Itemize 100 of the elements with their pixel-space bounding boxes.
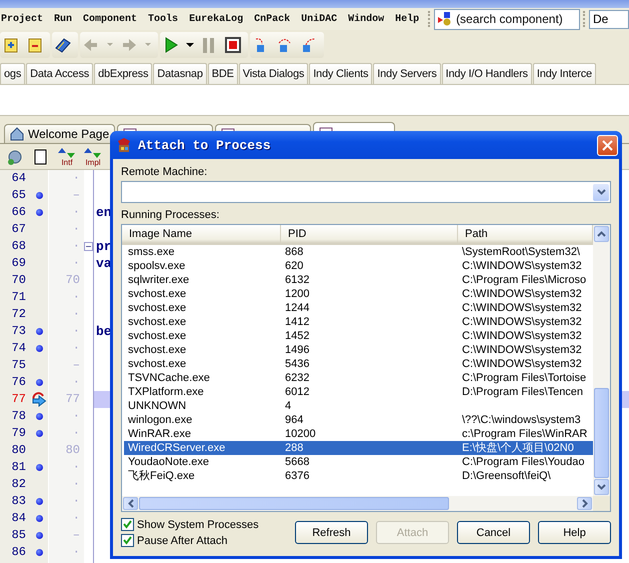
palette-tab[interactable]: Vista Dialogs xyxy=(238,63,308,84)
process-row[interactable]: svchost.exe 5436 C:\WINDOWS\system32 xyxy=(124,357,593,371)
menu-item[interactable]: Run xyxy=(54,14,72,24)
remove-file-icon[interactable] xyxy=(26,36,44,54)
line-mark: 80 xyxy=(66,442,81,459)
menu-item[interactable]: UniDAC xyxy=(301,14,338,24)
column-header[interactable]: PID xyxy=(281,225,458,243)
process-row[interactable]: UNKNOWN 4 xyxy=(124,399,593,413)
line-mark: · xyxy=(72,255,81,272)
process-row[interactable]: WiredCRServer.exe 288 E:\快盘\个人项目\02N0 xyxy=(124,441,593,455)
scroll-up-icon[interactable] xyxy=(597,231,606,237)
breakpoint-dot-icon[interactable] xyxy=(36,413,42,420)
line-number: 80 xyxy=(10,442,27,459)
process-row[interactable]: sqlwriter.exe 6132 C:\Program Files\Microso xyxy=(124,273,593,287)
execution-point-icon xyxy=(31,392,47,407)
column-header[interactable]: Image Name xyxy=(122,225,281,243)
search-field[interactable]: (search component) xyxy=(434,8,580,30)
editor-tab[interactable]: Welcome Page xyxy=(4,124,116,143)
up-down-arrows-icon[interactable] xyxy=(84,146,102,158)
process-row[interactable]: YoudaoNote.exe 5668 C:\Program Files\Youdao xyxy=(124,455,593,469)
up-down-arrows-icon[interactable] xyxy=(58,146,76,158)
breakpoint-dot-icon[interactable] xyxy=(36,515,42,522)
breakpoint-dot-icon[interactable] xyxy=(36,464,42,471)
palette-tab[interactable]: Indy Clients xyxy=(309,63,372,84)
process-row[interactable]: svchost.exe 1452 C:\WINDOWS\system32 xyxy=(124,329,593,343)
line-mark: – xyxy=(72,357,81,374)
table-cell-text: spoolsv.exe xyxy=(127,259,186,273)
dialog-button[interactable]: Cancel xyxy=(457,521,530,544)
menu-item[interactable]: Component xyxy=(83,14,138,24)
menu-item[interactable]: Tools xyxy=(148,14,178,24)
horizontal-scrollbar[interactable] xyxy=(122,496,593,511)
add-file-icon[interactable] xyxy=(2,36,20,54)
menu-item[interactable]: CnPack xyxy=(254,14,290,24)
table-cell-text: C:\Program Files\Microso xyxy=(461,273,588,287)
breakpoint-dot-icon[interactable] xyxy=(36,532,42,539)
table-cell-text: 868 xyxy=(284,245,304,259)
fold-box-icon[interactable] xyxy=(84,242,93,251)
breakpoint-dot-icon[interactable] xyxy=(36,328,42,335)
process-row[interactable]: winlogon.exe 964 \??\C:\windows\system3 xyxy=(124,413,593,427)
process-row[interactable]: 飞秋FeiQ.exe 6376 D:\Greensoft\feiQ\ xyxy=(124,469,593,483)
process-row[interactable]: svchost.exe 1244 C:\WINDOWS\system32 xyxy=(124,301,593,315)
table-cell-text: 6132 xyxy=(284,273,310,287)
table-cell-text: D:\Program Files\Tencen xyxy=(461,385,584,399)
line-number: 69 xyxy=(10,255,27,272)
running-processes-label: Running Processes: xyxy=(121,209,220,221)
breakpoint-dot-icon[interactable] xyxy=(36,549,42,556)
table-cell-text: 1452 xyxy=(284,329,310,343)
table-cell-text: 1200 xyxy=(284,287,310,301)
option-checkbox[interactable]: Pause After Attach xyxy=(121,534,295,547)
process-row[interactable]: smss.exe 868 \SystemRoot\System32\ xyxy=(124,245,593,259)
breakpoint-dot-icon[interactable] xyxy=(36,498,42,505)
table-cell-text: 飞秋FeiQ.exe xyxy=(127,469,196,483)
line-mark: · xyxy=(72,306,81,323)
line-number: 71 xyxy=(10,289,27,306)
table-cell-text: 1244 xyxy=(284,301,310,315)
palette-tab[interactable]: BDE xyxy=(208,63,238,84)
menu-item[interactable]: EurekaLog xyxy=(189,14,244,24)
table-cell-text: smss.exe xyxy=(127,245,176,259)
breakpoint-dot-icon[interactable] xyxy=(36,345,42,352)
menu-item[interactable]: Project xyxy=(1,14,44,24)
palette-tab[interactable]: Data Access xyxy=(26,63,94,84)
palette-tab[interactable]: Datasnap xyxy=(153,63,207,84)
process-row[interactable]: svchost.exe 1496 C:\WINDOWS\system32 xyxy=(124,343,593,357)
table-cell-text: C:\WINDOWS\system32 xyxy=(461,315,583,329)
process-row[interactable]: spoolsv.exe 620 C:\WINDOWS\system32 xyxy=(124,259,593,273)
line-mark: · xyxy=(72,425,81,442)
stop-icon[interactable] xyxy=(224,36,242,54)
close-button[interactable] xyxy=(597,134,618,156)
process-row[interactable]: TSVNCache.exe 6232 C:\Program Files\Tortoise xyxy=(124,371,593,385)
process-row[interactable]: svchost.exe 1200 C:\WINDOWS\system32 xyxy=(124,287,593,301)
breakpoint-dot-icon[interactable] xyxy=(36,379,42,386)
dialog-button[interactable]: Refresh xyxy=(295,521,368,544)
palette-tab[interactable]: ogs xyxy=(0,63,26,84)
table-cell-text: C:\WINDOWS\system32 xyxy=(461,301,583,315)
vertical-scrollbar[interactable] xyxy=(593,225,610,496)
palette-tab[interactable]: dbExpress xyxy=(94,63,152,84)
process-row[interactable]: svchost.exe 1412 C:\WINDOWS\system32 xyxy=(124,315,593,329)
breakpoint-dot-icon[interactable] xyxy=(36,430,42,437)
scroll-down-icon[interactable] xyxy=(597,484,606,490)
palette-tab[interactable]: Indy Interce xyxy=(532,63,596,84)
dialog-button[interactable]: Help xyxy=(538,521,611,544)
line-number: 72 xyxy=(10,306,27,323)
remote-machine-combo[interactable] xyxy=(121,181,611,203)
scroll-left-icon[interactable] xyxy=(128,499,134,508)
breakpoint-dot-icon[interactable] xyxy=(36,209,42,216)
breakpoint-dot-icon[interactable] xyxy=(36,192,42,199)
palette-tab[interactable]: Indy Servers xyxy=(373,63,441,84)
process-row[interactable]: WinRAR.exe 10200 c:\Program Files\WinRAR xyxy=(124,427,593,441)
line-mark: · xyxy=(72,374,81,391)
table-cell-text: C:\WINDOWS\system32 xyxy=(461,329,583,343)
menu-item[interactable]: Help xyxy=(395,14,420,24)
scroll-right-icon[interactable] xyxy=(582,499,588,508)
menu-item[interactable]: Window xyxy=(348,14,384,24)
process-row[interactable]: TXPlatform.exe 6012 D:\Program Files\Tencen xyxy=(124,385,593,399)
table-cell-text: 4 xyxy=(284,399,292,413)
layout-field[interactable]: De xyxy=(588,10,629,28)
line-mark: · xyxy=(72,221,81,238)
palette-tab[interactable]: Indy I/O Handlers xyxy=(442,63,532,84)
option-checkbox[interactable]: Show System Processes xyxy=(121,518,295,531)
line-mark: · xyxy=(72,510,81,527)
